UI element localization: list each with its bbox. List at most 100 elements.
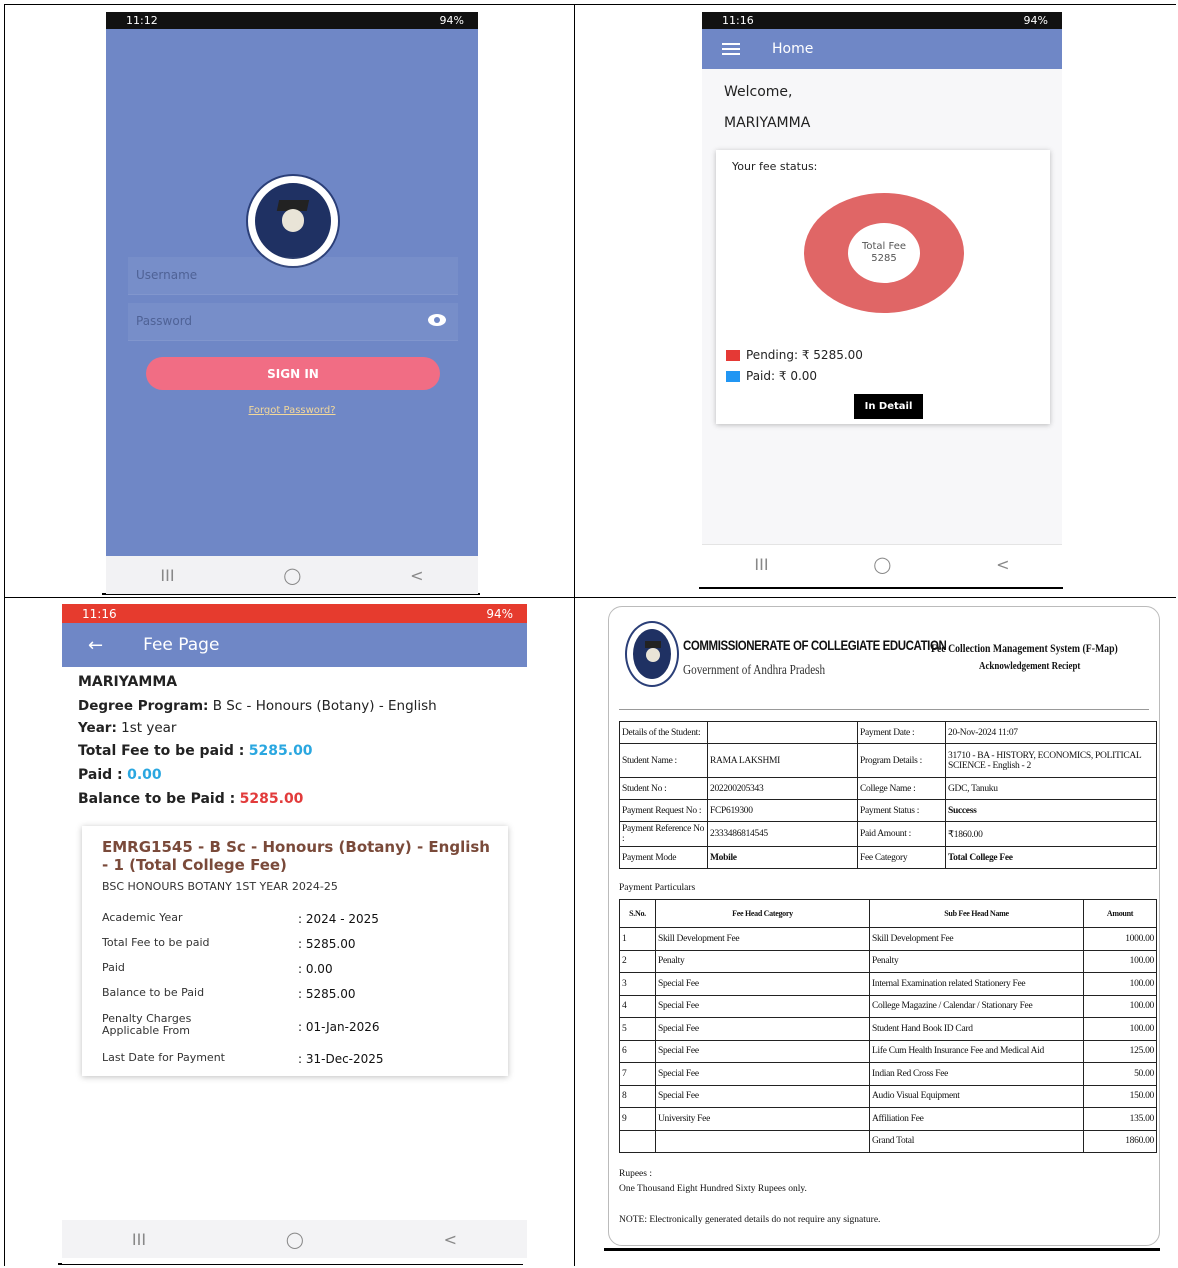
table-cell: 2333486814545 [707,821,858,847]
donut-label: Total Fee [861,241,906,252]
username-field[interactable]: Username [128,257,458,295]
card-title: Your fee status: [732,160,818,173]
table-row: 8 Special Fee Audio Visual Equipment 150.00 [619,1084,1157,1108]
status-time: 11:16 [722,14,754,27]
table-cell: Special Fee [655,1017,870,1041]
welcome-text: Welcome, [724,84,793,100]
screenshot-grid: 11:12 94% Username Password SIGN IN Forg… [4,4,1176,1266]
home-button[interactable]: ◯ [873,555,891,574]
pending-value: ₹ 5285.00 [801,348,863,362]
table-cell: 100.00 [1083,994,1157,1018]
table-cell: 1 [619,927,656,951]
sign-in-button[interactable]: SIGN IN [146,357,440,390]
org-name: COMMISSIONERATE OF COLLEGIATE EDUCATION [683,637,947,653]
table-row: Student Name : RAMA LAKSHMI Program Deta… [619,743,1157,778]
table-cell: Audio Visual Equipment [869,1084,1084,1108]
college-logo [246,174,340,268]
forgot-password-link[interactable]: Forgot Password? [106,405,478,416]
android-nav-bar: III ◯ < [106,556,478,594]
pending-label: Pending: [746,348,799,362]
column-header: Amount [1083,899,1157,928]
in-detail-button[interactable]: In Detail [854,394,923,419]
legend-pending: Pending: ₹ 5285.00 [726,348,863,362]
home-screen: 11:16 94% Home Welcome, MARIYAMMA Your f… [702,12,1062,584]
table-cell: Payment Mode [619,846,708,869]
android-nav-bar: III ◯ < [702,544,1062,584]
total-fee-label: Total Fee to be paid : [78,743,245,759]
recents-button[interactable]: III [754,555,768,574]
amount-in-words: Rupees : One Thousand Eight Hundred Sixt… [619,1167,807,1197]
table-cell: Fee Category [857,846,946,869]
detail-key: Balance to be Paid [102,986,205,999]
table-cell: Details of the Student: [619,721,708,744]
system-name: Fee Collection Management System (F-Map) [931,643,1118,655]
detail-value: : 5285.00 [298,937,356,951]
table-cell: 3 [619,972,656,996]
table-cell: Penalty [655,949,870,973]
table-cell: University Fee [655,1107,870,1131]
detail-key: Last Date for Payment [102,1051,225,1064]
home-button[interactable]: ◯ [283,566,301,585]
home-button[interactable]: ◯ [286,1230,304,1249]
total-fee-line: Total Fee to be paid : 5285.00 [78,743,313,759]
balance-label: Balance to be Paid : [78,791,236,807]
back-button[interactable]: < [996,555,1009,574]
menu-icon[interactable] [722,43,740,55]
recents-button[interactable]: III [160,566,174,585]
donut-value: 5285 [871,253,896,264]
table-cell: College Magazine / Calendar / Stationary… [869,994,1084,1018]
table-row: 2 Penalty Penalty 100.00 [619,949,1157,973]
app-bar: ← Fee Page [62,623,527,667]
table-cell: Skill Development Fee [655,927,870,951]
table-cell: Special Fee [655,994,870,1018]
table-cell: 8 [619,1084,656,1108]
user-name: MARIYAMMA [724,115,811,131]
login-screen: 11:12 94% Username Password SIGN IN Forg… [106,12,478,594]
table-cell: 31710 - BA - HISTORY, ECONOMICS, POLITIC… [945,743,1157,778]
fee-particulars-table: S.No. Fee Head Category Sub Fee Head Nam… [619,899,1157,1153]
table-row: 4 Special Fee College Magazine / Calendar … [619,994,1157,1018]
paid-value: 0.00 [127,767,162,783]
show-password-icon[interactable] [428,314,446,326]
table-cell: FCP619300 [707,799,858,822]
table-cell: 202200205343 [707,777,858,800]
year-value: 1st year [121,720,177,736]
paid-label: Paid : [78,767,123,783]
table-row: 6 Special Fee Life Cum Health Insurance Fe… [619,1039,1157,1063]
back-button[interactable]: < [410,566,423,585]
table-cell: 7 [619,1062,656,1086]
table-cell: 9 [619,1107,656,1131]
back-arrow-icon[interactable]: ← [88,635,103,656]
table-cell: Payment Status : [857,799,946,822]
acknowledgement-receipt: COMMISSIONERATE OF COLLEGIATE EDUCATION … [608,606,1160,1246]
table-cell: Total College Fee [945,846,1157,869]
balance-line: Balance to be Paid : 5285.00 [78,791,303,807]
table-row: Payment Reference No : 2333486814545 Pai… [619,821,1157,847]
back-button[interactable]: < [444,1230,457,1249]
table-cell: Penalty [869,949,1084,973]
table-cell: 135.00 [1083,1107,1157,1131]
fee-status-card: Your fee status: Total Fee 5285 Pending:… [716,150,1050,424]
grand-total-row: Grand Total 1860.00 [619,1129,1157,1153]
table-row: 3 Special Fee Internal Examination related… [619,972,1157,996]
fee-page-screen: 11:16 94% ← Fee Page MARIYAMMA Degree Pr… [62,604,527,1264]
table-row: 1 Skill Development Fee Skill Development … [619,927,1157,951]
password-field[interactable]: Password [128,303,458,341]
detail-key: Academic Year [102,911,183,924]
table-cell: Skill Development Fee [869,927,1084,951]
table-cell: 100.00 [1083,972,1157,996]
signature-note: NOTE: Electronically generated details d… [619,1215,881,1225]
degree-value: B Sc - Honours (Botany) - English [212,698,437,714]
table-cell: 100.00 [1083,949,1157,973]
table-cell: Special Fee [655,1084,870,1108]
recents-button[interactable]: III [132,1230,146,1249]
gov-name: Government of Andhra Pradesh [683,663,826,678]
status-bar: 11:16 94% [62,604,527,623]
table-cell: Student No : [619,777,708,800]
detail-value: : 0.00 [298,962,333,976]
table-cell: ₹1860.00 [945,821,1157,847]
table-cell: 2 [619,949,656,973]
pending-swatch [726,349,740,361]
detail-key: Total Fee to be paid [102,936,210,949]
status-bar: 11:12 94% [106,12,478,29]
